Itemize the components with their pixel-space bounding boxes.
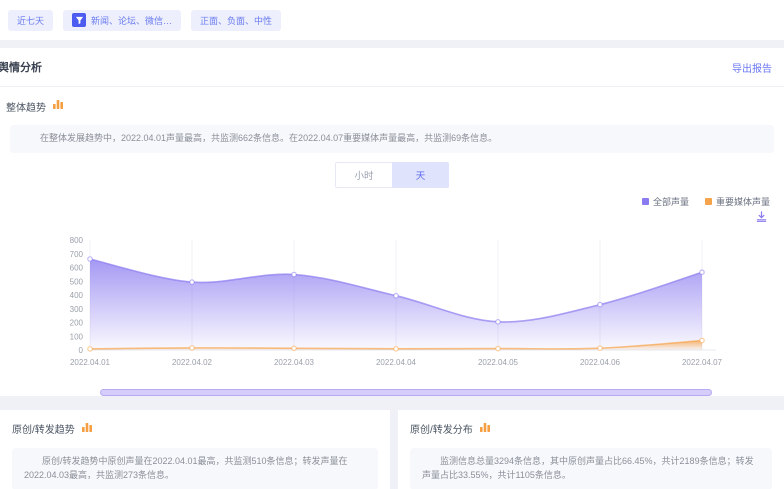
bar-chart-icon bbox=[479, 420, 491, 438]
sentiment-filter-label: 正面、负面、中性 bbox=[200, 14, 272, 27]
svg-text:300: 300 bbox=[70, 305, 84, 314]
svg-text:2022.04.04: 2022.04.04 bbox=[376, 358, 417, 367]
toggle-day-button[interactable]: 天 bbox=[392, 162, 449, 188]
source-filter-chip[interactable]: 新闻、论坛、微信… bbox=[63, 10, 181, 31]
trend-chart-container: 0 100 200 300 400 500 600 700 800 2022.04.01 2022.… bbox=[10, 228, 774, 396]
legend-item-total-volume[interactable]: 全部声量 bbox=[642, 195, 689, 208]
chart-zoom-slider[interactable] bbox=[100, 389, 712, 396]
overall-trend-title: 整体趋势 bbox=[6, 99, 46, 114]
svg-text:2022.04.02: 2022.04.02 bbox=[172, 358, 213, 367]
original-repost-distribution-header: 原创/转发分布 bbox=[410, 420, 772, 438]
svg-text:2022.04.06: 2022.04.06 bbox=[580, 358, 621, 367]
sentiment-filter-chip[interactable]: 正面、负面、中性 bbox=[191, 10, 281, 31]
legend-swatch-orange bbox=[705, 198, 712, 205]
time-range-chip[interactable]: 近七天 bbox=[8, 10, 53, 31]
legend-swatch-purple bbox=[642, 198, 649, 205]
analysis-panel: 舆情分析 导出报告 整体趋势 在整体发展趋势中，2022.04.01声量最高，共… bbox=[0, 48, 784, 396]
legend-label-total-volume: 全部声量 bbox=[653, 195, 689, 208]
original-repost-distribution-title: 原创/转发分布 bbox=[410, 421, 473, 436]
filter-bar: 近七天 新闻、论坛、微信… 正面、负面、中性 bbox=[0, 0, 784, 40]
svg-text:200: 200 bbox=[70, 318, 84, 327]
time-range-label: 近七天 bbox=[17, 14, 44, 27]
download-chart-icon[interactable] bbox=[755, 210, 768, 228]
svg-text:700: 700 bbox=[70, 250, 84, 259]
svg-text:100: 100 bbox=[70, 332, 84, 341]
source-filter-icon bbox=[72, 13, 86, 27]
svg-text:400: 400 bbox=[70, 291, 84, 300]
original-repost-trend-header: 原创/转发趋势 bbox=[12, 420, 378, 438]
svg-text:0: 0 bbox=[79, 346, 84, 355]
svg-text:2022.04.01: 2022.04.01 bbox=[70, 358, 111, 367]
svg-text:600: 600 bbox=[70, 263, 84, 272]
panel-header: 舆情分析 导出报告 bbox=[0, 48, 784, 87]
original-repost-distribution-summary: 监测信息总量3294条信息，其中原创声量占比66.45%，共计2189条信息；转… bbox=[410, 448, 772, 489]
page-title: 舆情分析 bbox=[0, 59, 42, 75]
svg-text:2022.04.03: 2022.04.03 bbox=[274, 358, 315, 367]
source-filter-label: 新闻、论坛、微信… bbox=[91, 14, 172, 27]
svg-text:2022.04.07: 2022.04.07 bbox=[682, 358, 723, 367]
original-repost-trend-card: 原创/转发趋势 原创/转发趋势中原创声量在2022.04.01最高，共监测510… bbox=[0, 410, 390, 489]
original-repost-trend-title: 原创/转发趋势 bbox=[12, 421, 75, 436]
bar-chart-icon bbox=[81, 420, 93, 438]
legend-label-media-volume: 重要媒体声量 bbox=[716, 195, 770, 208]
granularity-toggle: 小时 天 bbox=[0, 162, 784, 188]
svg-text:2022.04.05: 2022.04.05 bbox=[478, 358, 519, 367]
toggle-hour-button[interactable]: 小时 bbox=[335, 162, 392, 188]
chart-toolbar bbox=[0, 208, 784, 228]
overall-trend-section-header: 整体趋势 bbox=[0, 87, 784, 119]
trend-area-chart: 0 100 200 300 400 500 600 700 800 2022.04.01 2022.… bbox=[10, 228, 774, 372]
original-repost-distribution-card: 原创/转发分布 监测信息总量3294条信息，其中原创声量占比66.45%，共计2… bbox=[398, 410, 784, 489]
bottom-cards: 原创/转发趋势 原创/转发趋势中原创声量在2022.04.01最高，共监测510… bbox=[0, 410, 784, 489]
svg-text:800: 800 bbox=[70, 236, 84, 245]
overall-trend-summary: 在整体发展趋势中，2022.04.01声量最高，共监测662条信息。在2022.… bbox=[10, 125, 774, 153]
bar-chart-icon bbox=[52, 97, 64, 115]
chart-legend: 全部声量 重要媒体声量 bbox=[0, 192, 784, 208]
original-repost-trend-summary: 原创/转发趋势中原创声量在2022.04.01最高，共监测510条信息；转发声量… bbox=[12, 448, 378, 489]
export-report-link[interactable]: 导出报告 bbox=[732, 60, 772, 75]
legend-item-media-volume[interactable]: 重要媒体声量 bbox=[705, 195, 770, 208]
svg-text:500: 500 bbox=[70, 277, 84, 286]
